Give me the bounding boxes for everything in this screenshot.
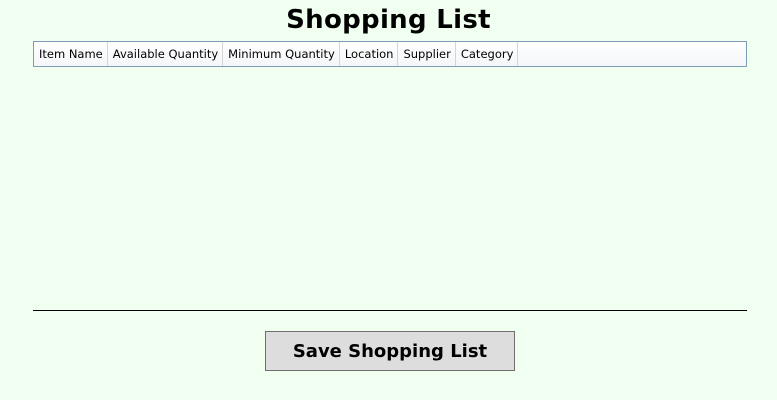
grid-header-row: Item Name Available Quantity Minimum Qua… (34, 42, 746, 66)
divider-line (33, 310, 747, 311)
column-header-category[interactable]: Category (456, 42, 519, 66)
column-header-supplier[interactable]: Supplier (398, 42, 456, 66)
column-header-item-name[interactable]: Item Name (34, 42, 108, 66)
save-shopping-list-button[interactable]: Save Shopping List (265, 331, 515, 371)
column-header-minimum-quantity[interactable]: Minimum Quantity (223, 42, 340, 66)
column-header-available-quantity[interactable]: Available Quantity (108, 42, 224, 66)
page-title: Shopping List (286, 5, 491, 35)
column-header-location[interactable]: Location (340, 42, 399, 66)
shopping-list-grid[interactable]: Item Name Available Quantity Minimum Qua… (33, 41, 747, 67)
shopping-list-window: Shopping List Item Name Available Quanti… (0, 0, 777, 400)
